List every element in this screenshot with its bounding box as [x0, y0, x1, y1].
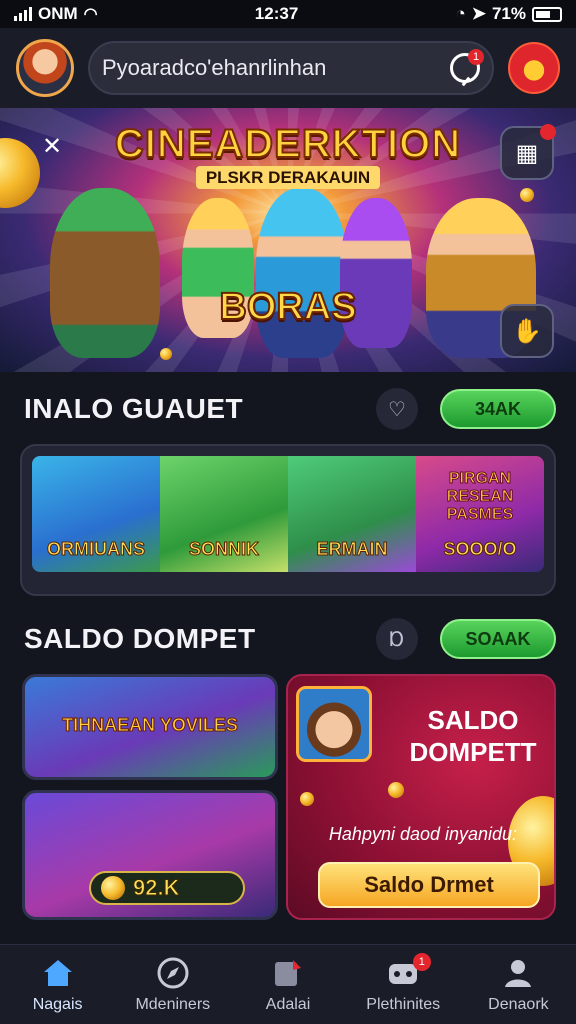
tools-button[interactable]: ✕ [28, 122, 76, 170]
game-tile[interactable]: SONNIK [160, 456, 288, 572]
location-icon: ➤ [471, 4, 486, 23]
section2-action-button[interactable]: SOAAK [440, 619, 556, 659]
hero-subtitle: PLSKR DERAKAUIN [0, 166, 576, 189]
coin-decoration [300, 792, 314, 806]
nav-badge: 1 [412, 953, 431, 971]
wifi-icon: ◠ [83, 6, 98, 23]
saldo-promo-card[interactable]: SALDO DOMPETT Hahpyni daod inyanidu: Sal… [286, 674, 556, 920]
nav-item-explore[interactable]: Mdeniners [115, 945, 230, 1024]
game-label: SONNIK [188, 539, 259, 560]
promo-title: SALDO DOMPETT [409, 705, 537, 767]
nav-label: Adalai [265, 995, 311, 1013]
promo-avatar [296, 686, 372, 762]
section1-action-button[interactable]: 34AK [440, 389, 556, 429]
game-tile[interactable]: ERMAIN [288, 456, 416, 572]
nav-item-cards[interactable]: Adalai [230, 945, 345, 1024]
hero-character-warrior [50, 188, 160, 358]
game-label: SOOO/O [443, 539, 517, 560]
search-input[interactable]: Pyoaradco'ehanrlinhan [102, 55, 450, 81]
hand-icon: ✋ [512, 317, 542, 345]
status-time: 12:37 [254, 4, 299, 23]
section-inalo-header: INALO GUAUET ♡ 34AK [24, 384, 556, 434]
compass-icon [156, 956, 190, 990]
hero-banner[interactable]: CINEADERKTION PLSKR DERAKAUIN BORAS ✕ ▦ … [0, 108, 576, 372]
section-title: INALO GUAUET [24, 393, 244, 424]
coin-decoration [160, 348, 172, 360]
dompet-options-button[interactable]: Ɒ [376, 618, 418, 660]
balance-card[interactable]: 92.K [22, 790, 278, 920]
game-top-label: PIRGAN RESEAN PASMES [446, 470, 514, 524]
promo-text: Hahpyni daod inyanidu: [328, 824, 518, 844]
status-right: ◔ ➤ 71% [455, 4, 562, 24]
game-label: ERMAIN [316, 539, 388, 560]
balance-chip: 92.K [89, 871, 245, 905]
heart-icon: ♡ [388, 398, 406, 421]
nav-label: Nagais [32, 995, 83, 1013]
map-notification-dot [540, 124, 556, 140]
favorite-button[interactable]: ♡ [376, 388, 418, 430]
section-dompet-header: SALDO DOMPET Ɒ SOAAK [24, 614, 556, 664]
coin-decoration [520, 188, 534, 202]
hero-badge: BORAS [218, 285, 357, 329]
nav-item-home[interactable]: Nagais [0, 945, 115, 1024]
hero-title: CINEADERKTION [114, 121, 462, 167]
carrier-label: ONM [38, 4, 78, 23]
game-strip: ORMIUANS SONNIK ERMAIN PIRGAN RESEAN PAS… [20, 444, 556, 596]
hero-character-blue [256, 188, 348, 358]
nav-label: Plethinites [366, 995, 441, 1013]
profile-icon [501, 956, 535, 990]
coin-decoration [388, 782, 404, 798]
game-tile[interactable]: ORMIUANS [32, 456, 160, 572]
game-strip-inner: ORMIUANS SONNIK ERMAIN PIRGAN RESEAN PAS… [32, 456, 544, 572]
game-label: ORMIUANS [47, 539, 146, 560]
bottom-nav: Nagais Mdeniners Adalai 1 Plethinites De… [0, 944, 576, 1024]
game-card-label: TIHNAEAN YOVILES [62, 715, 239, 736]
saldo-button[interactable]: Saldo Drmet [318, 862, 540, 908]
map-icon: ▦ [515, 139, 539, 167]
d-icon: Ɒ [389, 628, 405, 651]
nav-item-games[interactable]: 1 Plethinites [346, 945, 461, 1024]
home-icon [41, 956, 75, 990]
battery-percent: 71% [491, 4, 526, 23]
cards-icon [271, 956, 305, 990]
hero-subtitle-text: PLSKR DERAKAUIN [195, 166, 381, 189]
user-avatar[interactable] [16, 39, 74, 97]
wrench-icon: ✕ [41, 132, 63, 160]
signal-icon [14, 7, 32, 21]
status-bar: ONM ◠ 12:37 ◔ ➤ 71% [0, 0, 576, 28]
hand-button[interactable]: ✋ [500, 304, 554, 358]
game-card[interactable]: TIHNAEAN YOVILES [22, 674, 278, 780]
search-bar[interactable]: Pyoaradco'ehanrlinhan 1 [88, 41, 494, 95]
map-button[interactable]: ▦ [500, 124, 556, 180]
balance-value: 92.K [132, 875, 180, 901]
coin-icon [101, 876, 125, 900]
nav-label: Denaork [488, 995, 549, 1013]
game-tile[interactable]: PIRGAN RESEAN PASMES SOOO/O [416, 456, 544, 572]
battery-icon [532, 6, 562, 22]
top-header: Pyoaradco'ehanrlinhan 1 [0, 28, 576, 108]
alarm-icon: ◔ [455, 4, 466, 23]
nav-item-profile[interactable]: Denaork [461, 945, 576, 1024]
search-notification-badge: 1 [468, 49, 484, 65]
mascot-icon[interactable] [508, 42, 560, 94]
status-left: ONM ◠ [14, 4, 98, 24]
section-title: SALDO DOMPET [24, 623, 256, 654]
nav-label: Mdeniners [135, 995, 211, 1013]
